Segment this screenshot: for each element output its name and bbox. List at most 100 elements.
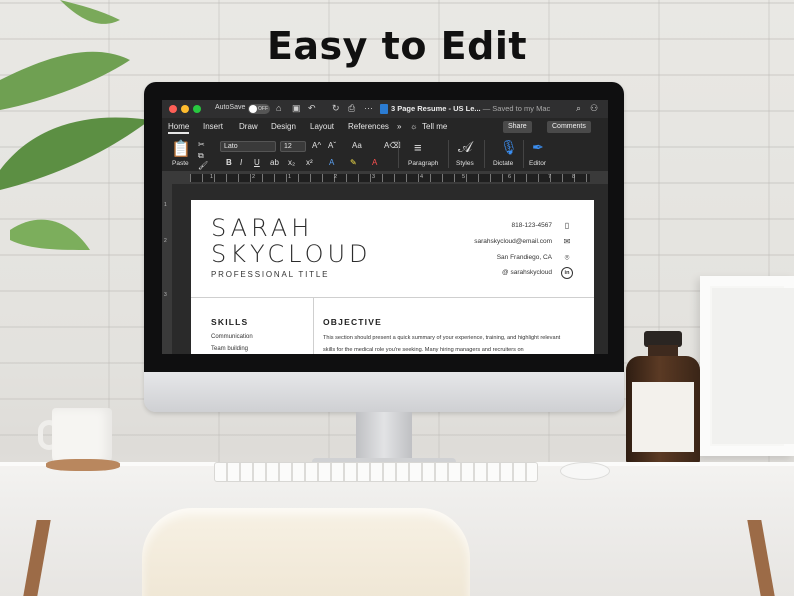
word-window: AutoSave OFF ⌂ ▣ ↶ ↻ ⎙ ··· 3 Page Resume… bbox=[162, 100, 608, 354]
close-window-button[interactable] bbox=[169, 105, 177, 113]
dictate-button[interactable]: Dictate bbox=[493, 160, 513, 167]
saved-status: — Saved to my Mac bbox=[482, 104, 551, 113]
change-case-icon[interactable]: Aa bbox=[352, 141, 362, 150]
skill-item[interactable]: Communication bbox=[211, 334, 253, 340]
ruler-number: 4 bbox=[420, 174, 424, 180]
autosave-toggle[interactable]: OFF bbox=[248, 104, 270, 114]
ruler-number: 1 bbox=[288, 174, 292, 180]
paste-button[interactable]: Paste bbox=[172, 160, 189, 167]
phone-icon: ▯ bbox=[564, 221, 570, 230]
tab-draw[interactable]: Draw bbox=[239, 122, 258, 131]
ribbon-separator bbox=[398, 140, 399, 168]
minimize-window-button[interactable] bbox=[181, 105, 189, 113]
editor-icon[interactable]: ✒ bbox=[532, 139, 544, 156]
cut-icon[interactable]: ✂ bbox=[198, 140, 205, 149]
save-icon[interactable]: ▣ bbox=[292, 103, 301, 114]
skill-item[interactable]: Team building bbox=[211, 346, 248, 352]
home-icon[interactable]: ⌂ bbox=[276, 103, 281, 113]
linkedin-icon: in bbox=[561, 267, 573, 279]
ruler-number: 7 bbox=[548, 174, 552, 180]
italic-button[interactable]: I bbox=[240, 158, 242, 167]
superscript-icon[interactable]: x² bbox=[306, 158, 313, 167]
font-family-value: Lato bbox=[224, 143, 238, 150]
tab-references[interactable]: References bbox=[348, 122, 389, 131]
redo-icon[interactable]: ↻ bbox=[332, 103, 340, 114]
underline-button[interactable]: U bbox=[254, 158, 260, 167]
tab-layout[interactable]: Layout bbox=[310, 122, 334, 131]
lightbulb-icon: ☼ bbox=[410, 122, 418, 131]
subscript-icon[interactable]: x₂ bbox=[288, 158, 295, 167]
resume-first-name[interactable]: SARAH bbox=[211, 214, 313, 242]
share-profile-icon[interactable]: ⚇ bbox=[590, 103, 598, 114]
objective-paragraph[interactable]: This section should present a quick summ… bbox=[323, 332, 563, 354]
ribbon-separator bbox=[484, 140, 485, 168]
styles-icon[interactable]: 𝒜 bbox=[458, 139, 472, 156]
font-size-select[interactable]: 12 bbox=[280, 141, 306, 152]
microphone-icon[interactable]: 🎙 bbox=[500, 139, 518, 156]
document-title[interactable]: 3 Page Resume - US Le... — Saved to my M… bbox=[391, 104, 550, 113]
column-divider bbox=[313, 298, 314, 354]
resume-location[interactable]: San Frandiego, CA bbox=[497, 254, 552, 261]
more-icon[interactable]: ··· bbox=[364, 103, 373, 113]
ribbon: 📋 Paste ✂ ⧉ 🖌 Lato 12 A^ Aˇ Aa A⌫ B I U … bbox=[162, 136, 608, 172]
grow-font-icon[interactable]: A^ bbox=[312, 141, 321, 150]
resume-phone[interactable]: 818-123-4567 bbox=[512, 222, 552, 229]
undo-icon[interactable]: ↶ bbox=[308, 103, 316, 114]
objective-heading[interactable]: OBJECTIVE bbox=[323, 317, 382, 327]
comments-label: Comments bbox=[552, 123, 586, 130]
maximize-window-button[interactable] bbox=[193, 105, 201, 113]
headline: Easy to Edit bbox=[266, 24, 528, 68]
ruler-number: 6 bbox=[508, 174, 512, 180]
ruler-number: 1 bbox=[210, 174, 214, 180]
text-effects-icon[interactable]: A bbox=[329, 158, 334, 167]
share-label: Share bbox=[508, 123, 527, 130]
ribbon-separator bbox=[448, 140, 449, 168]
more-tabs-button[interactable]: » bbox=[397, 122, 401, 131]
ruler-scale[interactable] bbox=[190, 174, 590, 182]
tab-home[interactable]: Home bbox=[168, 122, 190, 134]
mouse bbox=[560, 462, 610, 480]
monitor-stand bbox=[356, 412, 412, 462]
autosave-label: AutoSave bbox=[215, 104, 246, 111]
resume-last-name[interactable]: SKYCLOUD bbox=[211, 240, 372, 268]
document-page[interactable]: SARAH SKYCLOUD PROFESSIONAL TITLE 818-12… bbox=[191, 200, 594, 354]
skills-heading[interactable]: SKILLS bbox=[211, 317, 248, 327]
clipboard-icon[interactable]: 📋 bbox=[171, 139, 191, 159]
copy-icon[interactable]: ⧉ bbox=[198, 151, 204, 161]
ribbon-separator bbox=[523, 140, 524, 168]
share-button[interactable]: Share bbox=[503, 121, 532, 133]
vertical-ruler-number: 1 bbox=[164, 202, 167, 208]
font-family-select[interactable]: Lato bbox=[220, 141, 276, 152]
resume-professional-title[interactable]: PROFESSIONAL TITLE bbox=[211, 270, 329, 279]
tab-insert[interactable]: Insert bbox=[203, 122, 223, 131]
vertical-ruler-number: 3 bbox=[164, 292, 167, 298]
ruler-number: 3 bbox=[372, 174, 376, 180]
shrink-font-icon[interactable]: Aˇ bbox=[328, 141, 336, 150]
editor-button[interactable]: Editor bbox=[529, 160, 546, 167]
bold-button[interactable]: B bbox=[226, 158, 232, 167]
vertical-ruler-number: 2 bbox=[164, 238, 167, 244]
resume-linkedin[interactable]: @ sarahskycloud bbox=[502, 269, 552, 276]
menu-bar: Home Insert Draw Design Layout Reference… bbox=[162, 118, 608, 136]
paragraph-button[interactable]: Paragraph bbox=[408, 160, 438, 167]
strikethrough-icon[interactable]: ab bbox=[270, 158, 279, 167]
comments-button[interactable]: Comments bbox=[547, 121, 591, 133]
coaster bbox=[46, 459, 120, 471]
font-color-icon[interactable]: A bbox=[372, 158, 377, 167]
vertical-ruler bbox=[162, 184, 172, 354]
envelope-icon: ✉ bbox=[563, 237, 571, 246]
styles-button[interactable]: Styles bbox=[456, 160, 474, 167]
print-icon[interactable]: ⎙ bbox=[348, 103, 355, 114]
highlight-icon[interactable]: ✎ bbox=[350, 158, 357, 167]
picture-frame-inner bbox=[712, 288, 794, 444]
format-painter-icon[interactable]: 🖌 bbox=[198, 161, 208, 170]
location-pin-icon: ⌾ bbox=[564, 253, 570, 262]
search-icon[interactable]: ⌕ bbox=[576, 103, 581, 114]
paragraph-icon[interactable]: ≡ bbox=[414, 140, 422, 155]
resume-email[interactable]: sarahskycloud@email.com bbox=[474, 238, 552, 245]
tab-design[interactable]: Design bbox=[271, 122, 296, 131]
document-name: 3 Page Resume - US Le... bbox=[391, 104, 481, 113]
ruler-number: 8 bbox=[572, 174, 576, 180]
tell-me-search[interactable]: Tell me bbox=[422, 122, 447, 131]
font-size-value: 12 bbox=[284, 143, 292, 150]
